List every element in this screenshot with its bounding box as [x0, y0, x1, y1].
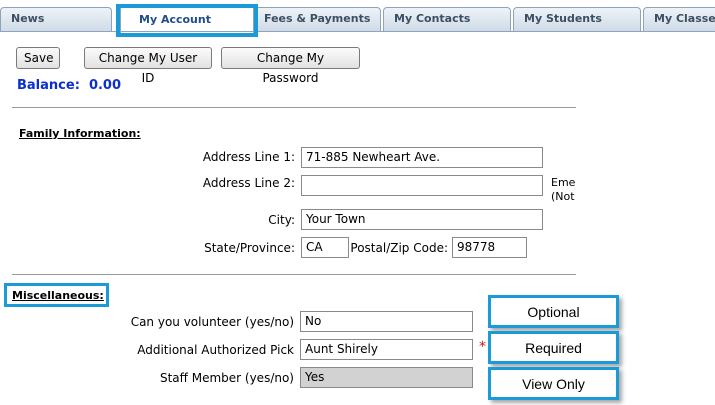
- address-line2-label: Address Line 2:: [202, 176, 295, 190]
- optional-callout: Optional: [488, 295, 619, 328]
- tab-label: My Students: [524, 12, 602, 25]
- postal-code-field[interactable]: 98778: [452, 237, 527, 258]
- my-account-highlight-box: [116, 4, 258, 37]
- balance-value: 0.00: [88, 78, 122, 93]
- change-password-button[interactable]: Change My Password: [221, 47, 360, 85]
- authorized-pickup-label: Additional Authorized Pick: [137, 343, 294, 357]
- city-label: City:: [268, 213, 295, 227]
- emergency-clip-line2: (Not: [551, 190, 575, 203]
- tab-label: My Contacts: [394, 12, 471, 25]
- volunteer-field[interactable]: No: [300, 311, 473, 332]
- save-button[interactable]: Save: [16, 47, 60, 69]
- tab-news[interactable]: News: [0, 7, 112, 31]
- family-information-heading: Family Information:: [19, 127, 141, 140]
- required-callout: Required: [488, 331, 619, 364]
- tab-my-students[interactable]: My Students: [513, 7, 641, 31]
- change-user-id-button[interactable]: Change My User ID: [84, 47, 212, 85]
- emergency-contact-clipped-label: Emer (Not: [551, 176, 576, 204]
- tab-baseline: [0, 31, 715, 32]
- authorized-pickup-field[interactable]: Aunt Shirely: [300, 339, 473, 360]
- state-province-label: State/Province:: [204, 241, 295, 255]
- balance-label: Balance:: [17, 78, 80, 93]
- tab-label: My Classes: [654, 12, 715, 25]
- view-only-callout: View Only: [488, 367, 619, 400]
- postal-code-label: Postal/Zip Code:: [350, 241, 448, 255]
- tab-label: News: [11, 12, 45, 25]
- balance: Balance: 0.00: [17, 78, 121, 93]
- volunteer-label: Can you volunteer (yes/no): [130, 315, 294, 329]
- city-field[interactable]: Your Town: [301, 209, 543, 230]
- state-province-field[interactable]: CA: [301, 237, 349, 258]
- divider: [12, 107, 576, 108]
- tab-my-classes[interactable]: My Classes: [643, 7, 715, 31]
- address-line1-field[interactable]: 71-885 Newheart Ave.: [301, 147, 543, 168]
- address-line1-label: Address Line 1:: [202, 150, 295, 164]
- tab-strip: News My Contacts My Students My Classes …: [0, 0, 715, 34]
- tab-label: Fees & Payments: [264, 12, 371, 25]
- tab-my-contacts[interactable]: My Contacts: [383, 7, 511, 31]
- miscellaneous-highlight-box: [4, 283, 109, 307]
- required-asterisk: *: [479, 339, 486, 355]
- staff-member-label: Staff Member (yes/no): [159, 371, 294, 385]
- staff-member-field: Yes: [300, 367, 473, 388]
- emergency-clip-line1: Emer: [551, 176, 576, 189]
- address-line2-field[interactable]: [301, 175, 543, 196]
- tab-fees-payments[interactable]: Fees & Payments: [253, 7, 381, 31]
- divider: [12, 274, 576, 275]
